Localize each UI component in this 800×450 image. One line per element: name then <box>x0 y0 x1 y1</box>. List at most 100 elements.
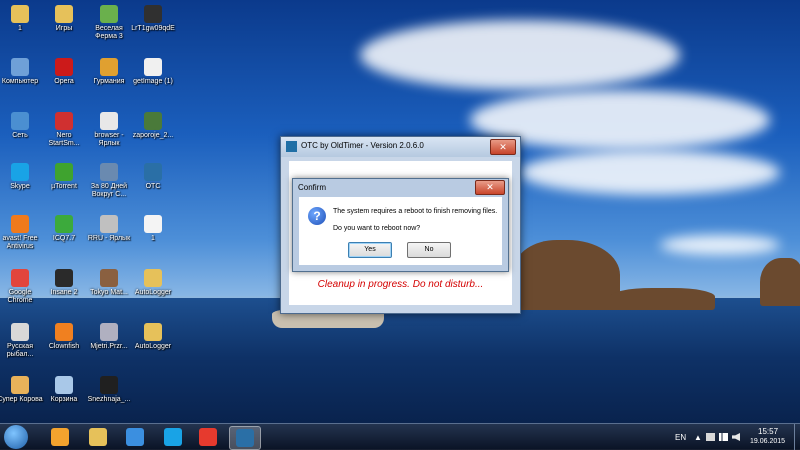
desktop-icon-label: zaporoje_2... <box>132 132 174 139</box>
desktop-icon[interactable]: µTorrent <box>41 163 87 191</box>
reboot-question: Do you want to reboot now? <box>333 225 421 232</box>
yandex-browser-icon <box>100 112 118 130</box>
desktop-icon-label: avast! Free Antivirus <box>2 235 38 250</box>
desktop-icon[interactable]: AutoLogger <box>130 269 176 297</box>
desktop-icon[interactable]: Skype <box>0 163 43 191</box>
gourmania-icon <box>100 58 118 76</box>
action-center-flag-icon[interactable] <box>706 433 715 441</box>
show-hidden-icons-icon[interactable]: ▲ <box>694 433 702 442</box>
opera-icon <box>55 58 73 76</box>
desktop-icon-label: AutoLogger <box>134 343 172 350</box>
desktop-icon[interactable]: Clownfish <box>41 323 87 351</box>
skype-icon <box>164 428 182 446</box>
clock-time[interactable]: 15:57 <box>758 427 778 436</box>
desktop-icon[interactable]: Сеть <box>0 112 43 140</box>
yes-button[interactable]: Yes <box>348 242 392 258</box>
desktop-icon[interactable]: Компьютер <box>0 58 43 86</box>
network-icon <box>11 112 29 130</box>
network-icon[interactable] <box>719 433 728 441</box>
otc-icon <box>236 429 254 447</box>
desktop-icon-label: Русская рыбал... <box>6 343 34 358</box>
otc-title-bar[interactable]: OTC by OldTimer - Version 2.0.6.0 <box>281 137 520 157</box>
taskbar-button[interactable] <box>120 426 150 448</box>
desktop-icon[interactable]: Корзина <box>41 376 87 404</box>
desktop-icon-label: AutoLogger <box>134 289 172 296</box>
desktop-icon-label: Mjetri.Przr... <box>90 343 128 350</box>
desktop-icon-label: µTorrent <box>51 183 77 190</box>
desktop-icon-label: Сеть <box>12 132 28 139</box>
no-button[interactable]: No <box>407 242 451 258</box>
insane-game-icon <box>55 269 73 287</box>
confirm-close-button[interactable]: ✕ <box>475 180 505 195</box>
desktop-icon-label: 1 <box>18 25 22 32</box>
desktop-icon[interactable]: RRU - Ярлык <box>86 215 132 243</box>
rru-icon <box>100 215 118 233</box>
desktop-icon[interactable]: 1 <box>0 5 43 33</box>
desktop-icon[interactable]: ICQ7.7 <box>41 215 87 243</box>
volume-icon[interactable] <box>732 433 740 441</box>
desktop-icon[interactable]: browser - Ярлык <box>86 112 132 148</box>
file-explorer-icon <box>89 428 107 446</box>
confirm-dialog-title: Confirm <box>298 183 327 192</box>
icq-icon <box>55 215 73 233</box>
clock-date[interactable]: 19.06.2015 <box>750 438 785 445</box>
media-player-icon <box>51 428 69 446</box>
taskbar-button[interactable] <box>193 426 223 448</box>
cleanup-status-text: Cleanup in progress. Do not disturb... <box>317 279 484 290</box>
desktop-icon[interactable]: Tokyo Mat... <box>86 269 132 297</box>
game-80-days-icon <box>100 163 118 181</box>
desktop-icon-label: Skype <box>10 183 30 190</box>
internet-explorer-icon <box>126 428 144 446</box>
desktop-icon[interactable]: Snezhnaja_... <box>86 376 132 404</box>
desktop-icon-label: За 80 Дней Вокруг С... <box>90 183 128 198</box>
desktop-icon[interactable]: Insane 2 <box>41 269 87 297</box>
desktop-icon-label: RRU - Ярлык <box>87 235 131 242</box>
desktop-icon[interactable]: Супер Корова <box>0 376 43 404</box>
desktop-icon-label: Nero StartSm... <box>48 132 80 147</box>
desktop-icon[interactable]: Игры <box>41 5 87 33</box>
desktop-icon[interactable]: Google Chrome <box>0 269 43 305</box>
desktop-icon[interactable]: OTC <box>130 163 176 191</box>
desktop-icon-label: Гурмания <box>93 78 125 85</box>
windows-start-icon[interactable] <box>4 425 28 449</box>
desktop-icon[interactable]: За 80 Дней Вокруг С... <box>86 163 132 199</box>
nero-icon <box>55 112 73 130</box>
fishing-game-icon <box>11 323 29 341</box>
desktop-icon-label: Google Chrome <box>7 289 33 304</box>
desktop-icon[interactable]: Гурмания <box>86 58 132 86</box>
show-desktop-button[interactable] <box>794 424 800 450</box>
desktop-icon[interactable]: getImage (1) <box>130 58 176 86</box>
computer-icon <box>11 58 29 76</box>
desktop-icon[interactable]: zaporoje_2... <box>130 112 176 140</box>
skype-icon <box>11 163 29 181</box>
chrome-icon <box>11 269 29 287</box>
taskbar-button[interactable] <box>229 426 261 450</box>
folder-icon <box>144 269 162 287</box>
image-file-icon <box>144 58 162 76</box>
taskbar-button[interactable] <box>158 426 188 448</box>
desktop-icon-label: Супер Корова <box>0 396 43 403</box>
question-icon: ? <box>308 207 326 225</box>
desktop-icon[interactable]: Русская рыбал... <box>0 323 43 359</box>
file-icon <box>100 323 118 341</box>
desktop-icon[interactable]: Nero StartSm... <box>41 112 87 148</box>
desktop-icon-label: Clownfish <box>48 343 80 350</box>
desktop-icon[interactable]: Mjetri.Przr... <box>86 323 132 351</box>
folder-icon <box>55 5 73 23</box>
reboot-message: The system requires a reboot to finish r… <box>333 208 498 215</box>
desktop-icon[interactable]: LrT1gw09qdE <box>130 5 176 33</box>
desktop-icon[interactable]: AutoLogger <box>130 323 176 351</box>
taskbar-button[interactable] <box>83 426 113 448</box>
taskbar-button[interactable] <box>45 426 75 448</box>
desktop-icon[interactable]: Веселая Ферма 3 <box>86 5 132 41</box>
desktop-icon-label: Opera <box>54 78 74 85</box>
desktop-icon-label: Игры <box>55 25 73 32</box>
desktop-icon-label: browser - Ярлык <box>94 132 124 147</box>
desktop-icon[interactable]: avast! Free Antivirus <box>0 215 43 251</box>
language-indicator[interactable]: EN <box>675 433 686 442</box>
desktop-icon[interactable]: 1 <box>130 215 176 243</box>
otc-icon <box>144 163 162 181</box>
desktop-icon-label: 1 <box>151 235 155 242</box>
desktop-icon[interactable]: Opera <box>41 58 87 86</box>
otc-close-button[interactable]: ✕ <box>490 139 516 155</box>
